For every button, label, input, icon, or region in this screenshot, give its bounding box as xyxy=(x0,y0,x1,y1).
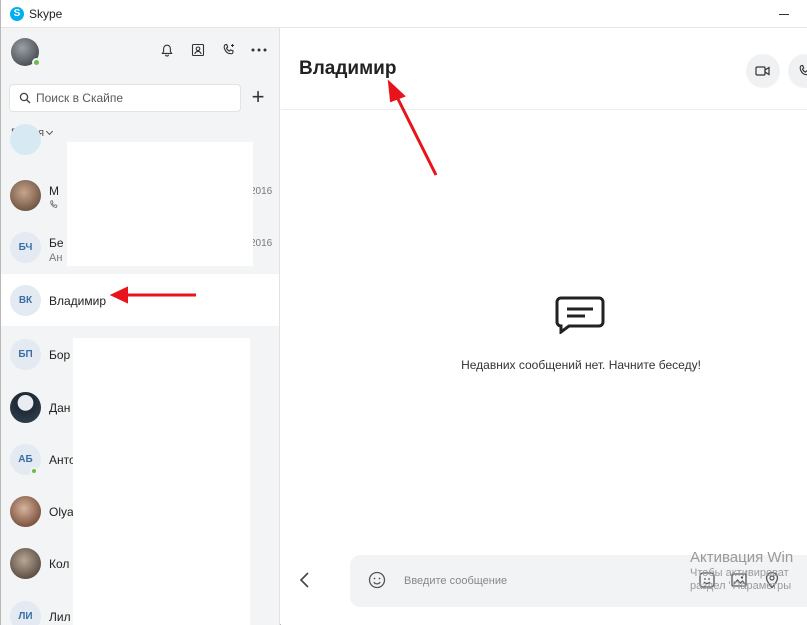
search-box[interactable] xyxy=(9,84,241,112)
contact-name: М xyxy=(49,184,59,198)
back-chevron-icon[interactable] xyxy=(297,570,313,590)
chat-message-icon xyxy=(555,296,605,339)
profile-avatar[interactable] xyxy=(11,38,41,67)
contact-list: М 2016 БЧ Бе Ан 2016 ВК Владимир БП Бор xyxy=(1,124,279,625)
contact-name: Анто xyxy=(49,453,76,467)
window-title: Skype xyxy=(29,7,63,21)
contact-avatar xyxy=(10,392,41,423)
search-input[interactable] xyxy=(36,89,236,107)
search-icon xyxy=(19,91,31,109)
contact-avatar: БЧ xyxy=(10,232,41,263)
contact-name: Дан xyxy=(49,401,71,415)
contacts-book-icon[interactable] xyxy=(188,40,208,60)
more-options-icon[interactable] xyxy=(249,40,269,60)
contact-avatar: ЛИ xyxy=(10,601,41,625)
phone-icon xyxy=(799,64,807,76)
contact-last-message: Ан xyxy=(49,252,63,264)
skype-logo-icon: S xyxy=(10,7,24,21)
audio-call-button[interactable] xyxy=(788,54,807,88)
emoji-icon[interactable] xyxy=(368,571,386,594)
new-chat-button[interactable]: + xyxy=(248,86,268,108)
redaction-block xyxy=(67,142,253,266)
contact-avatar xyxy=(10,548,41,579)
contact-avatar: ВК xyxy=(10,285,41,316)
online-status-icon xyxy=(30,467,38,475)
chat-header: Владимир xyxy=(281,28,807,110)
contact-date: 2016 xyxy=(250,186,273,197)
contact-name: Бе xyxy=(49,236,64,250)
chat-panel: Владимир Недавних сообщений нет. Начните… xyxy=(281,28,807,625)
empty-state-message: Недавних сообщений нет. Начните беседу! xyxy=(461,358,701,372)
image-icon[interactable] xyxy=(730,571,748,594)
contact-name: Владимир xyxy=(49,294,107,308)
video-call-button[interactable] xyxy=(746,54,780,88)
contact-avatar xyxy=(10,496,41,527)
contact-name: Кол xyxy=(49,557,70,571)
message-composer xyxy=(350,555,807,607)
sidebar: + Время М 2016 БЧ Бе Ан 2016 ВК xyxy=(1,28,280,625)
contact-avatar: БП xyxy=(10,339,41,370)
contact-avatar xyxy=(10,124,41,155)
call-dialpad-icon[interactable] xyxy=(219,40,239,60)
contact-name: Бор xyxy=(49,348,71,362)
contact-avatar xyxy=(10,180,41,211)
call-phone-icon xyxy=(49,200,59,213)
redaction-block xyxy=(73,338,250,625)
message-input[interactable] xyxy=(404,572,664,590)
online-status-icon xyxy=(32,58,41,67)
list-item[interactable]: ВК Владимир xyxy=(1,274,279,326)
notifications-bell-icon[interactable] xyxy=(157,40,177,60)
contact-name: Лил xyxy=(49,610,71,624)
contact-name: Olya xyxy=(49,505,74,519)
skype-window: S Skype + Время xyxy=(0,0,807,625)
chat-title: Владимир xyxy=(299,58,397,79)
video-camera-icon xyxy=(755,66,770,76)
minimize-button[interactable] xyxy=(773,3,797,23)
contact-date: 2016 xyxy=(250,238,273,249)
chevron-down-icon xyxy=(46,127,54,136)
location-pin-icon[interactable] xyxy=(764,571,780,594)
title-bar: S Skype xyxy=(1,0,807,28)
sticker-icon[interactable] xyxy=(698,571,716,594)
